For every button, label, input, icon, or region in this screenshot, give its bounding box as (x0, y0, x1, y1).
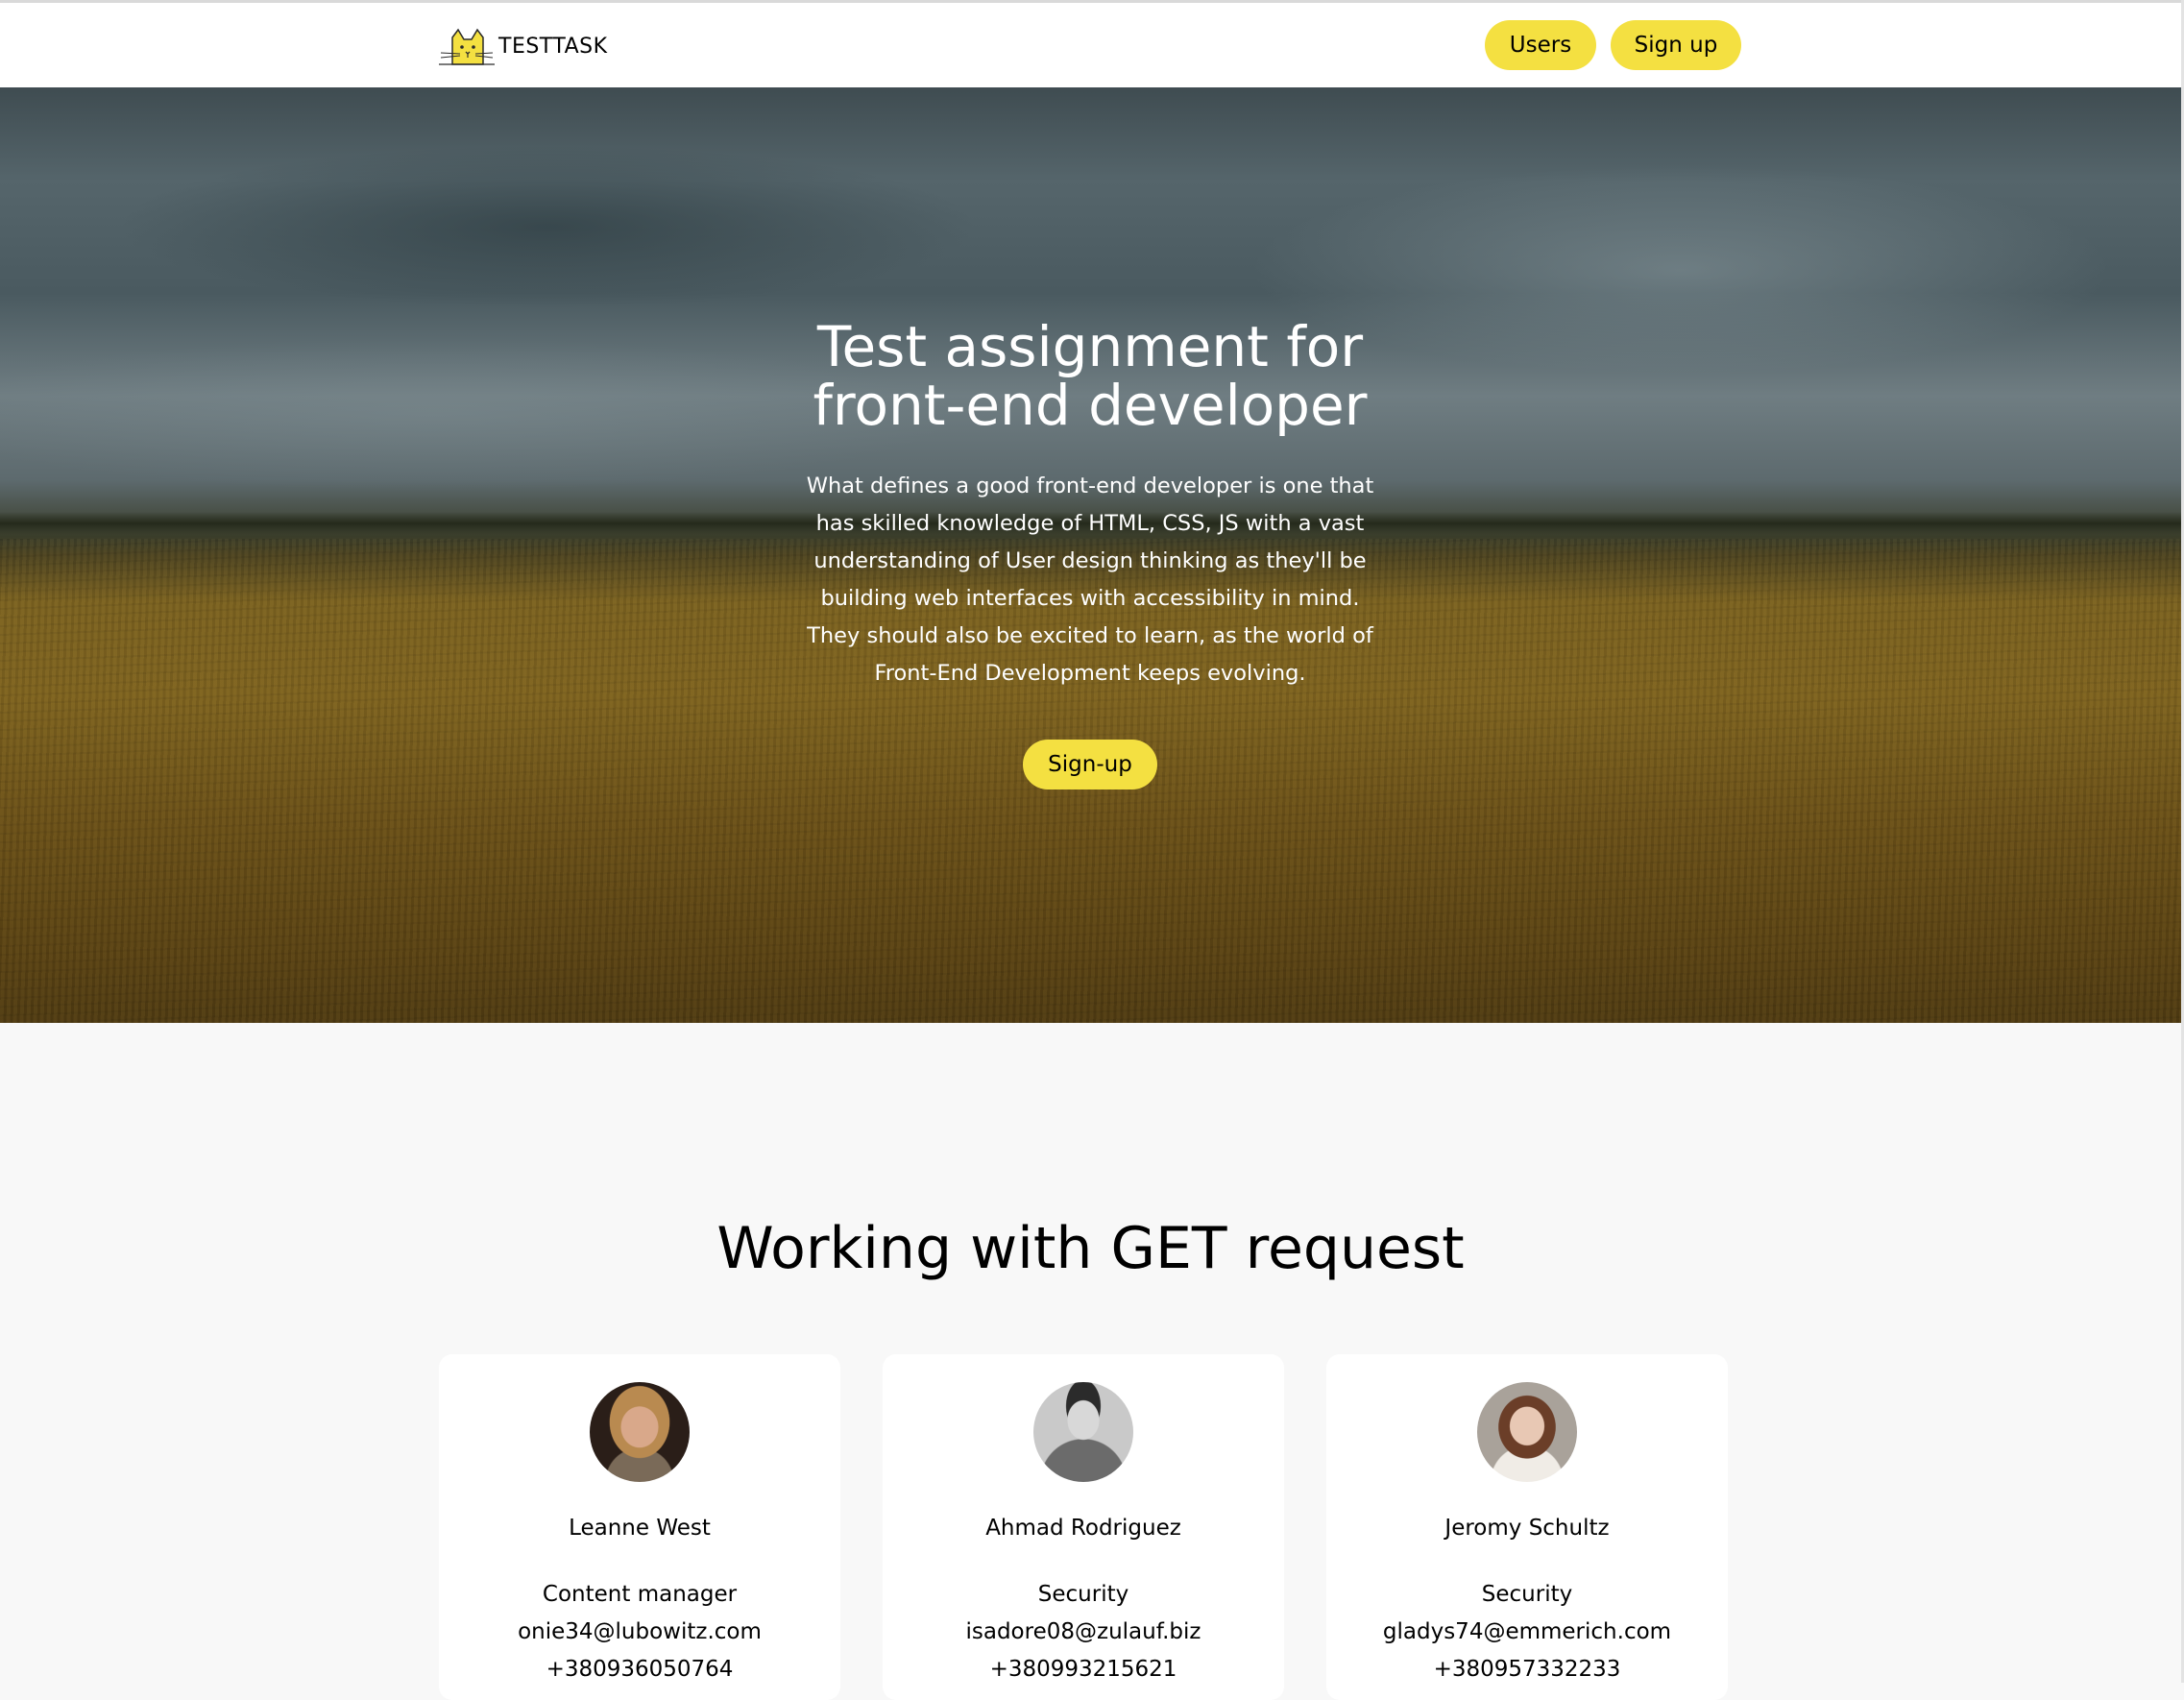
user-email: onie34@lubowitz.com (518, 1619, 762, 1644)
user-name: Ahmad Rodriguez (985, 1516, 1181, 1541)
user-position: Content manager (542, 1582, 738, 1607)
signup-button[interactable]: Sign up (1611, 20, 1741, 70)
cat-logo-icon (439, 28, 495, 65)
hero-title: Test assignment for front-end developer (706, 318, 1474, 435)
avatar (590, 1382, 690, 1482)
user-name: Jeromy Schultz (1444, 1516, 1610, 1541)
hero-title-line: Test assignment for (816, 314, 1364, 379)
logo-link[interactable]: TESTTASK (439, 26, 608, 66)
user-card: Ahmad Rodriguez Security isadore08@zulau… (883, 1354, 1284, 1700)
user-position: Security (1037, 1582, 1129, 1607)
user-card: Jeromy Schultz Security gladys74@emmeric… (1326, 1354, 1728, 1700)
user-phone: +380993215621 (989, 1657, 1177, 1682)
users-button[interactable]: Users (1485, 20, 1596, 70)
site-header: TESTTASK Users Sign up (0, 3, 2181, 87)
logo-text: TESTTASK (498, 34, 608, 59)
hero-description: What defines a good front-end developer … (806, 474, 1374, 686)
user-phone: +380957332233 (1433, 1657, 1621, 1682)
avatar (1033, 1382, 1133, 1482)
user-card: Leanne West Content manager onie34@lubow… (439, 1354, 840, 1700)
avatar (1477, 1382, 1577, 1482)
user-email: gladys74@emmerich.com (1382, 1619, 1672, 1644)
user-position: Security (1481, 1582, 1573, 1607)
user-name: Leanne West (569, 1516, 711, 1541)
hero-section: Test assignment for front-end developer … (0, 87, 2181, 1023)
users-section-title: Working with GET request (716, 1215, 1465, 1282)
user-phone: +380936050764 (546, 1657, 734, 1682)
user-email: isadore08@zulauf.biz (965, 1619, 1201, 1644)
hero-title-line: front-end developer (813, 373, 1368, 438)
hero-content: Test assignment for front-end developer … (0, 87, 2181, 1023)
hero-signup-button[interactable]: Sign-up (1023, 740, 1157, 789)
